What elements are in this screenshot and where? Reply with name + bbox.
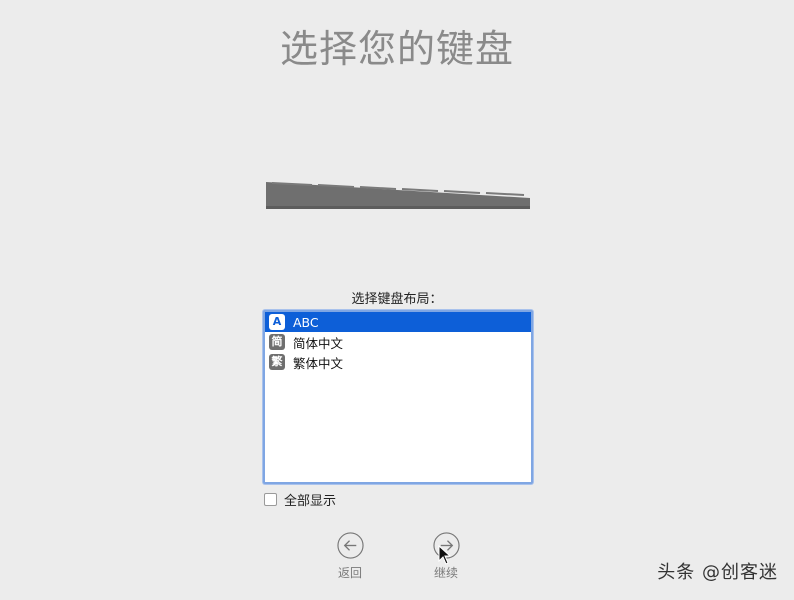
show-all-checkbox-row[interactable]: 全部显示 — [264, 490, 336, 509]
show-all-label: 全部显示 — [284, 494, 337, 509]
simplified-chinese-input-source-icon: 简 — [269, 334, 285, 350]
traditional-chinese-input-source-icon: 繁 — [269, 354, 285, 370]
continue-label: 继续 — [433, 566, 458, 580]
arrow-left-circle-icon[interactable] — [336, 532, 364, 559]
mouse-pointer-icon — [438, 545, 452, 565]
show-all-checkbox[interactable] — [264, 493, 277, 506]
watermark: 头条 @创客迷 — [657, 562, 778, 583]
list-item-label: 简体中文 — [293, 335, 344, 351]
back-label: 返回 — [337, 566, 362, 580]
list-item-abc[interactable]: A ABC — [265, 312, 531, 332]
page-title: 选择您的键盘 — [279, 27, 514, 71]
abc-input-source-icon: A — [269, 314, 285, 330]
list-item-traditional-chinese[interactable]: 繁 繁体中文 — [265, 352, 531, 372]
keyboard-illustration — [266, 182, 530, 209]
list-item-label: ABC — [293, 314, 319, 330]
layout-prompt: 选择键盘布局： — [351, 292, 443, 307]
list-item-label: 繁体中文 — [293, 355, 344, 371]
back-button[interactable]: 返回 — [320, 532, 380, 581]
keyboard-layout-list[interactable]: A ABC 简 简体中文 繁 繁体中文 — [263, 310, 533, 484]
list-item-simplified-chinese[interactable]: 简 简体中文 — [265, 332, 531, 352]
